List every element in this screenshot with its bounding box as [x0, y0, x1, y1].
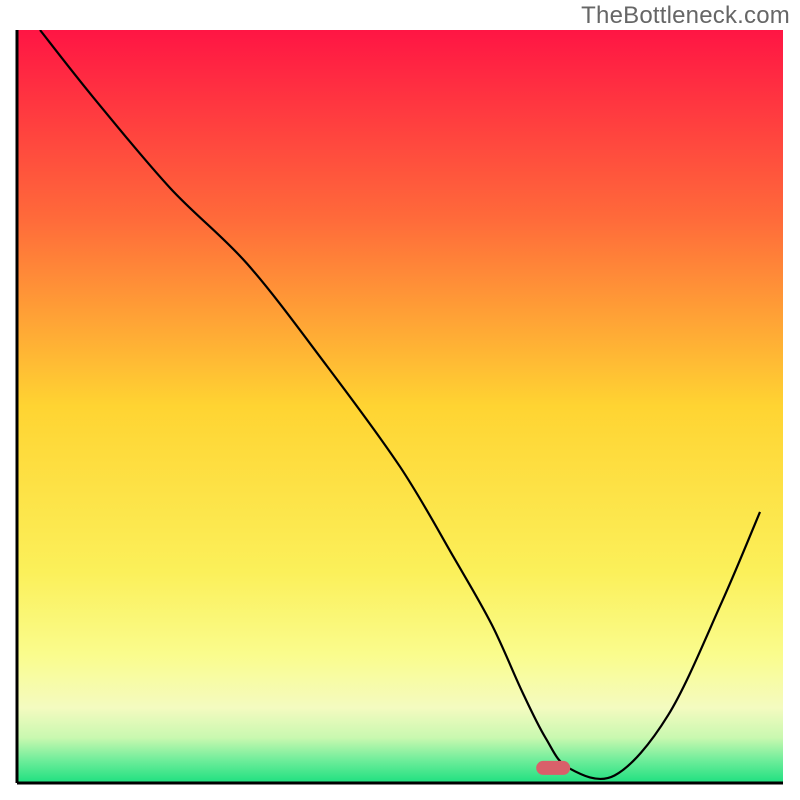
watermark-text: TheBottleneck.com [581, 2, 790, 30]
chart-container: TheBottleneck.com [0, 0, 800, 800]
bottleneck-chart [0, 0, 800, 800]
optimal-marker [536, 761, 570, 775]
